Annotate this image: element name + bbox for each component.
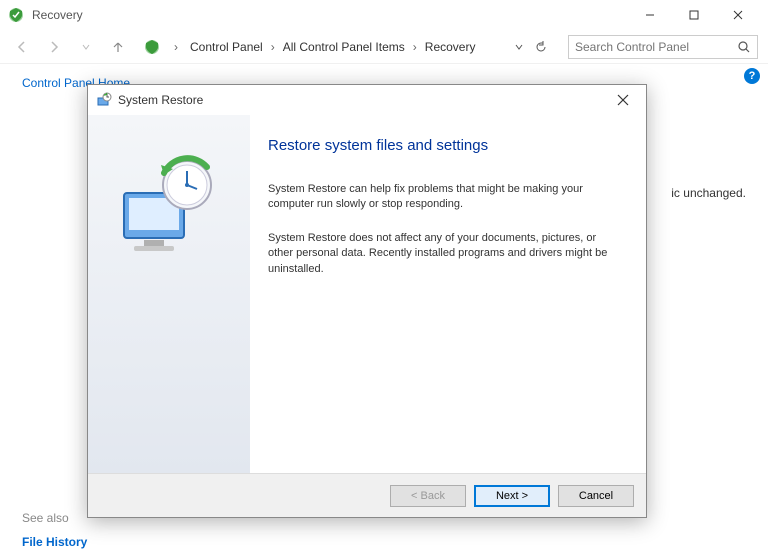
dialog-paragraph: System Restore can help fix problems tha… [268, 182, 622, 213]
see-also-section: See also File History [22, 511, 87, 549]
dialog-close-button[interactable] [608, 85, 638, 115]
nav-up-button[interactable] [106, 35, 130, 59]
breadcrumb-item[interactable]: Control Panel [186, 38, 267, 56]
window-close-button[interactable] [716, 0, 760, 30]
dialog-footer: < Back Next > Cancel [88, 473, 646, 517]
chevron-right-icon[interactable]: › [271, 40, 275, 54]
recovery-app-icon [8, 7, 24, 23]
address-bar-icon [144, 39, 160, 55]
breadcrumb: Control Panel › All Control Panel Items … [186, 38, 502, 56]
chevron-right-icon[interactable]: › [413, 40, 417, 54]
help-icon[interactable]: ? [744, 68, 760, 84]
maximize-button[interactable] [672, 0, 716, 30]
see-also-label: See also [22, 511, 87, 525]
cancel-button[interactable]: Cancel [558, 485, 634, 507]
nav-forward-button[interactable] [42, 35, 66, 59]
file-history-link[interactable]: File History [22, 535, 87, 549]
window-titlebar: Recovery [0, 0, 768, 30]
back-button: < Back [390, 485, 466, 507]
system-restore-graphic-icon [109, 155, 229, 265]
breadcrumb-item[interactable]: Recovery [421, 38, 480, 56]
system-restore-icon [96, 92, 112, 108]
breadcrumb-item[interactable]: All Control Panel Items [279, 38, 409, 56]
search-box[interactable] [568, 35, 758, 59]
dialog-banner [88, 115, 250, 473]
chevron-right-icon[interactable]: › [174, 40, 178, 54]
nav-recent-dropdown[interactable] [74, 35, 98, 59]
dialog-content: Restore system files and settings System… [250, 115, 646, 473]
address-dropdown-button[interactable] [510, 38, 528, 56]
dialog-paragraph: System Restore does not affect any of yo… [268, 231, 622, 277]
nav-back-button[interactable] [10, 35, 34, 59]
refresh-button[interactable] [532, 38, 550, 56]
system-restore-dialog: System Restore Restore syste [87, 84, 647, 518]
minimize-button[interactable] [628, 0, 672, 30]
search-input[interactable] [575, 40, 737, 54]
dialog-title: System Restore [118, 93, 203, 107]
navigation-bar: › Control Panel › All Control Panel Item… [0, 30, 768, 64]
window-title: Recovery [32, 8, 83, 22]
next-button[interactable]: Next > [474, 485, 550, 507]
search-icon[interactable] [737, 40, 751, 54]
body-fragment-text: ic unchanged. [671, 186, 746, 200]
dialog-titlebar: System Restore [88, 85, 646, 115]
dialog-heading: Restore system files and settings [268, 137, 622, 154]
